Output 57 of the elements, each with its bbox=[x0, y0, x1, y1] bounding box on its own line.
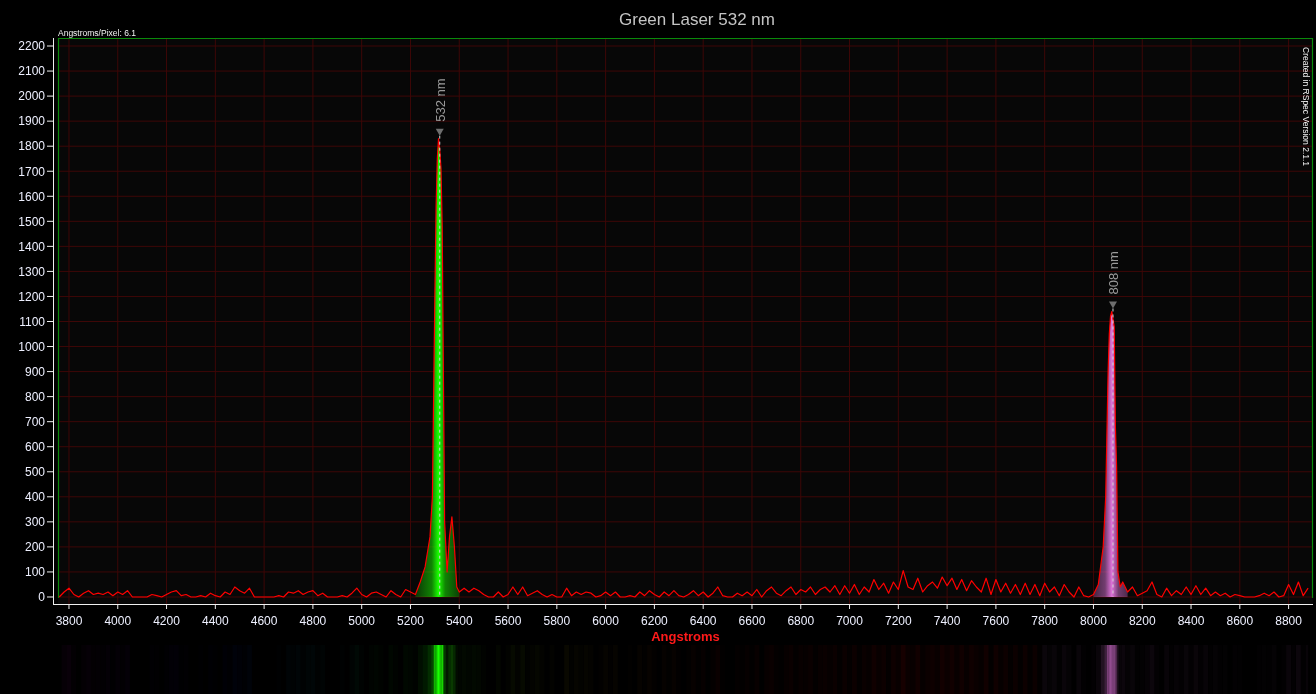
y-tick-label: 600 bbox=[24, 440, 45, 454]
x-tick-label: 8800 bbox=[1275, 614, 1302, 628]
x-tick-label: 8000 bbox=[1080, 614, 1107, 628]
y-tick-label: 1000 bbox=[18, 339, 45, 354]
x-tick-label: 3800 bbox=[55, 614, 83, 628]
x-tick-label: 6000 bbox=[592, 614, 619, 628]
y-tick-label: 900 bbox=[24, 364, 45, 379]
x-tick-label: 4600 bbox=[250, 614, 278, 628]
y-tick-label: 1900 bbox=[18, 114, 45, 129]
x-tick-label: 6400 bbox=[689, 614, 717, 628]
y-tick-label: 700 bbox=[24, 415, 45, 429]
y-tick-label: 2100 bbox=[18, 64, 45, 79]
x-tick-label: 5000 bbox=[348, 614, 376, 628]
x-tick-label: 4400 bbox=[202, 614, 229, 628]
credit-note: Created in RSpec Version 2.1.1 bbox=[1301, 47, 1311, 167]
x-axis-title: Angstroms bbox=[651, 629, 720, 644]
y-tick-label: 1300 bbox=[18, 264, 45, 279]
x-tick-label: 7000 bbox=[836, 614, 863, 628]
y-tick-label: 1100 bbox=[19, 314, 45, 329]
x-tick-label: 6600 bbox=[738, 614, 766, 628]
scale-note: Angstroms/Pixel: 6.1 bbox=[58, 27, 136, 38]
y-tick-label: 300 bbox=[24, 515, 45, 530]
y-tick-label: 100 bbox=[24, 565, 45, 580]
x-tick-label: 4000 bbox=[104, 614, 132, 628]
y-tick-label: 0 bbox=[38, 590, 45, 605]
x-tick-label: 5600 bbox=[494, 614, 522, 628]
x-tick-label: 8600 bbox=[1226, 614, 1254, 628]
y-tick-label: 2000 bbox=[18, 89, 45, 104]
y-tick-label: 500 bbox=[24, 465, 45, 480]
x-tick-label: 6800 bbox=[787, 614, 815, 628]
y-tick-label: 400 bbox=[24, 490, 45, 505]
x-tick-label: 8200 bbox=[1128, 614, 1156, 628]
x-tick-label: 7600 bbox=[982, 614, 1010, 628]
x-tick-label: 7800 bbox=[1031, 614, 1059, 628]
y-tick-label: 1200 bbox=[18, 289, 45, 304]
peak-label: 808 nm bbox=[1106, 251, 1121, 295]
x-tick-label: 5400 bbox=[445, 614, 473, 628]
y-tick-label: 1400 bbox=[18, 239, 45, 254]
x-tick-label: 6200 bbox=[641, 614, 668, 628]
y-tick-label: 1700 bbox=[18, 164, 45, 179]
x-tick-label: 7200 bbox=[884, 614, 912, 628]
peak-label: 532 nm bbox=[432, 78, 448, 122]
peak-marker-icon bbox=[1109, 301, 1117, 309]
y-tick-label: 800 bbox=[24, 389, 45, 404]
x-tick-label: 4800 bbox=[299, 614, 327, 628]
y-tick-label: 1600 bbox=[18, 189, 45, 204]
x-tick-label: 8400 bbox=[1177, 614, 1205, 628]
x-tick-label: 5200 bbox=[397, 614, 424, 628]
peak-marker-icon bbox=[435, 128, 444, 136]
y-tick-label: 1500 bbox=[18, 214, 45, 229]
x-tick-label: 7400 bbox=[933, 614, 961, 628]
y-tick-label: 200 bbox=[24, 540, 45, 555]
x-tick-label: 4200 bbox=[153, 614, 180, 628]
x-tick-label: 5800 bbox=[543, 614, 571, 628]
chart-title: Green Laser 532 nm bbox=[619, 10, 775, 29]
y-tick-label: 2200 bbox=[18, 39, 45, 54]
y-tick-label: 1800 bbox=[18, 139, 45, 154]
